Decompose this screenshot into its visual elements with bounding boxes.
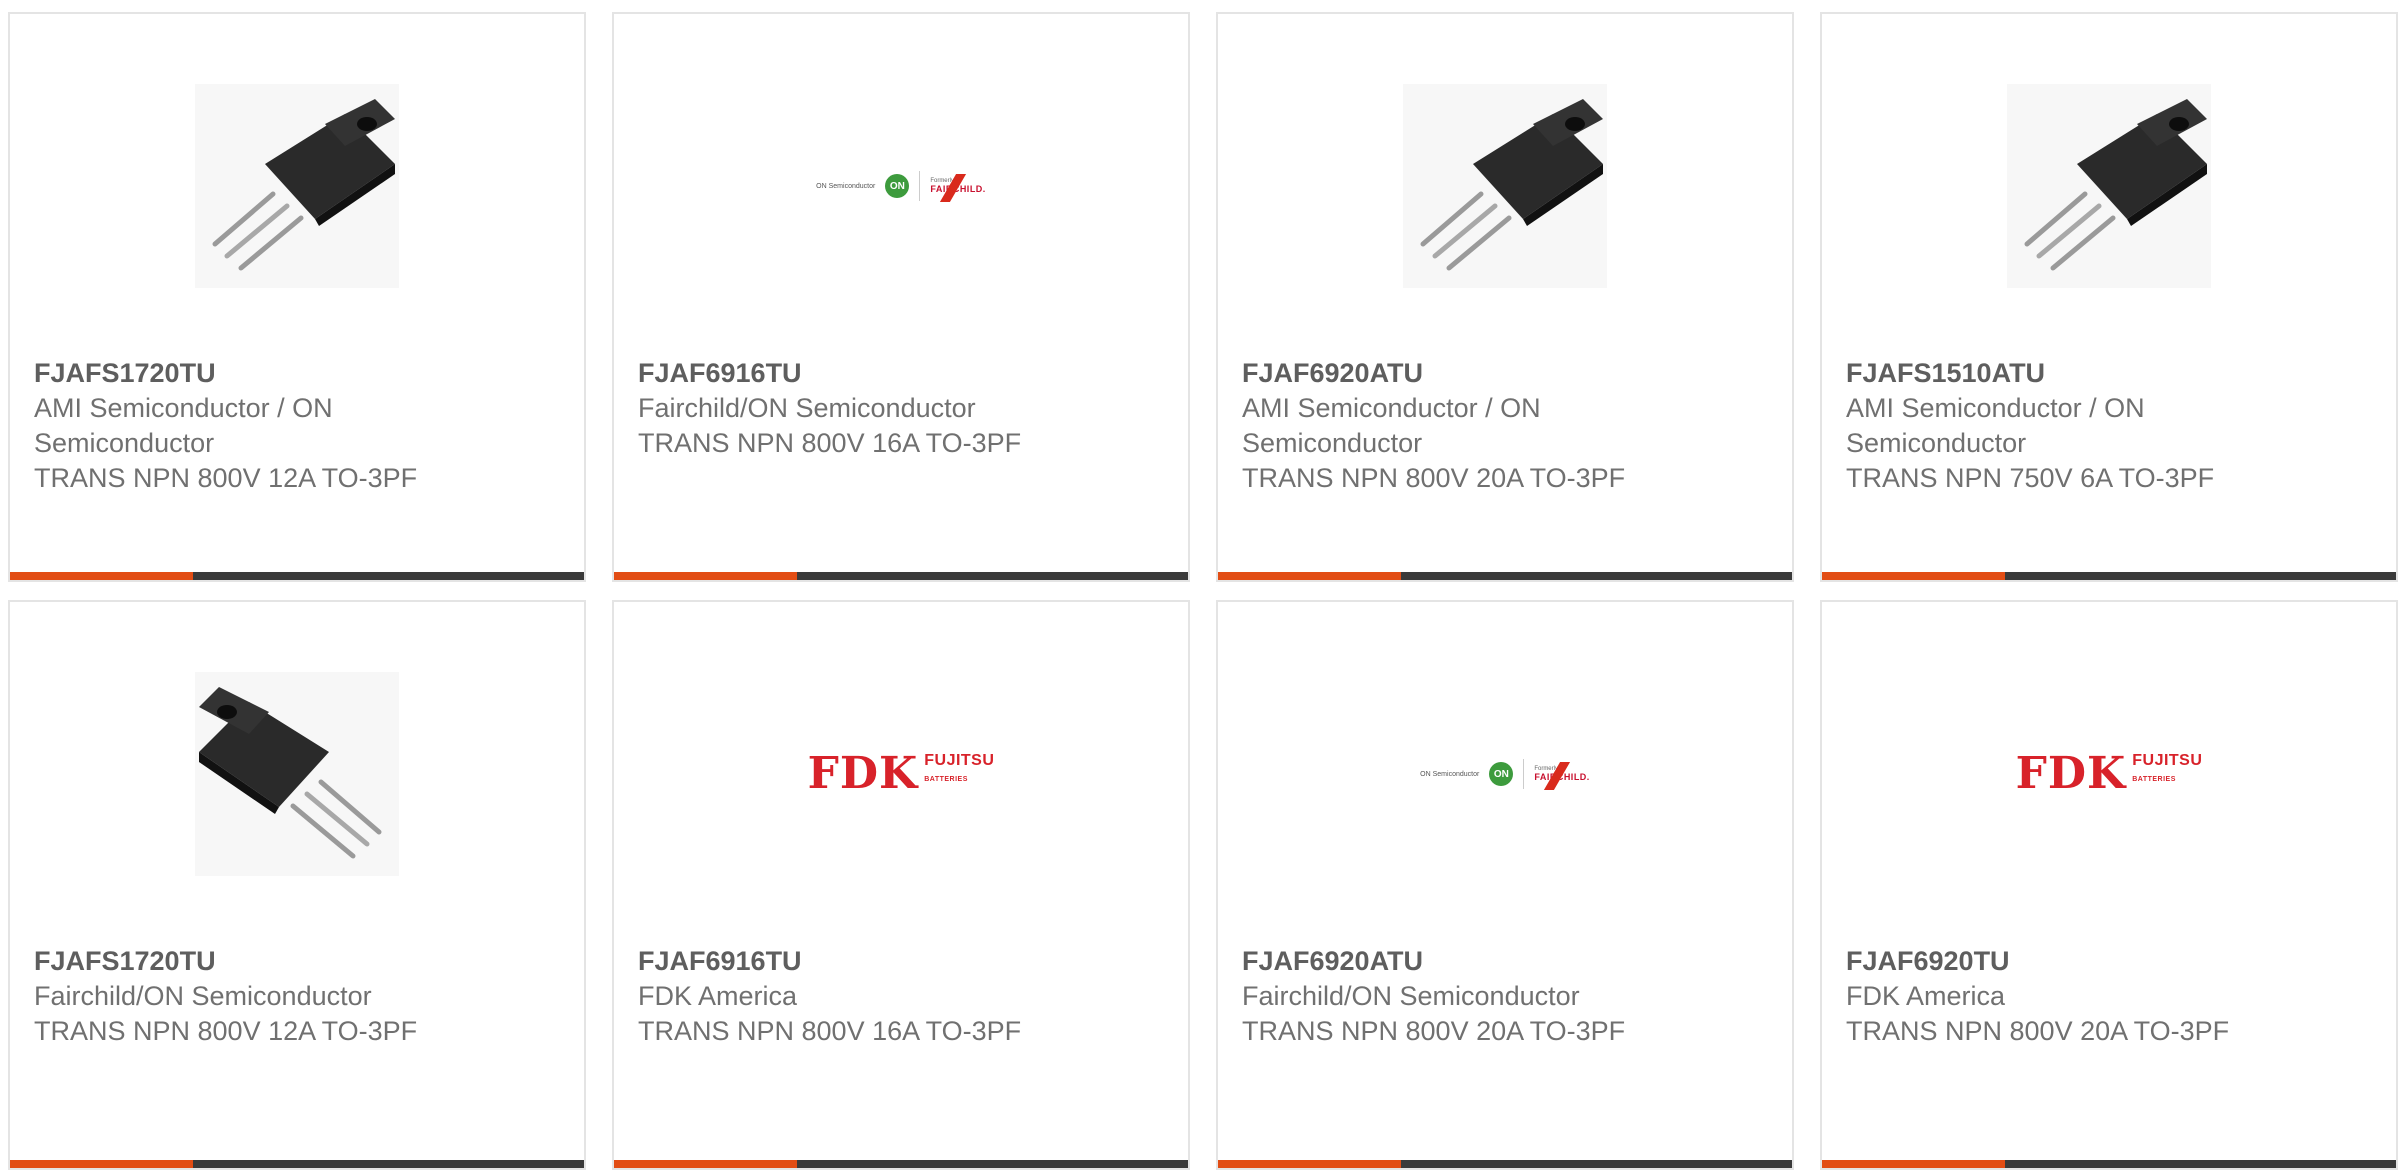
manufacturer: FDK America — [638, 979, 1164, 1014]
product-description: TRANS NPN 750V 6A TO-3PF — [1846, 463, 2215, 493]
on-fairchild-logo: ON Semiconductor ON Formerly FAIRCHILD. — [1420, 759, 1590, 790]
part-number[interactable]: FJAFS1720TU — [34, 356, 560, 391]
manufacturer-line: Semiconductor — [1242, 428, 1423, 458]
product-card[interactable]: FDK FUJITSU BATTERIES FJAF6916TU FDK Amer… — [612, 600, 1190, 1170]
product-description: TRANS NPN 800V 16A TO-3PF — [638, 428, 1022, 458]
card-accent-highlight — [1218, 572, 1401, 580]
manufacturer: Fairchild/ON Semiconductor — [1242, 979, 1768, 1014]
product-card[interactable]: ON Semiconductor ON Formerly FAIRCHILD. … — [1216, 600, 1794, 1170]
part-number[interactable]: FJAF6916TU — [638, 356, 1164, 391]
part-number[interactable]: FJAFS1720TU — [34, 944, 560, 979]
fdk-fujitsu-logo: FDK FUJITSU BATTERIES — [2015, 748, 2203, 799]
part-number[interactable]: FJAF6920ATU — [1242, 944, 1768, 979]
product-image[interactable]: FDK FUJITSU BATTERIES — [1979, 672, 2239, 876]
manufacturer-line: AMI Semiconductor / ON — [34, 393, 333, 423]
product-grid: FJAFS1720TU AMI Semiconductor / ON Semico… — [8, 12, 2398, 1170]
product-image[interactable] — [195, 84, 399, 288]
product-image[interactable]: ON Semiconductor ON Formerly FAIRCHILD. — [1375, 672, 1635, 876]
product-image[interactable] — [1403, 84, 1607, 288]
product-card[interactable]: FJAF6920ATU AMI Semiconductor / ON Semico… — [1216, 12, 1794, 582]
product-image[interactable]: ON Semiconductor ON Formerly FAIRCHILD. — [771, 84, 1031, 288]
product-card[interactable]: FDK FUJITSU BATTERIES FJAF6920TU FDK Amer… — [1820, 600, 2398, 1170]
part-number[interactable]: FJAF6916TU — [638, 944, 1164, 979]
product-info: FJAFS1720TU AMI Semiconductor / ON Semico… — [34, 356, 560, 496]
transistor-icon — [195, 84, 399, 288]
manufacturer: AMI Semiconductor / ON Semiconductor — [1846, 391, 2372, 461]
product-description: TRANS NPN 800V 20A TO-3PF — [1242, 1016, 1626, 1046]
manufacturer-line: Semiconductor — [1846, 428, 2027, 458]
manufacturer-line: FDK America — [638, 981, 798, 1011]
manufacturer: AMI Semiconductor / ON Semiconductor — [1242, 391, 1768, 461]
manufacturer: FDK America — [1846, 979, 2372, 1014]
transistor-icon — [195, 672, 399, 876]
product-info: FJAF6916TU Fairchild/ON Semiconductor TR… — [638, 356, 1164, 461]
product-info: FJAFS1510ATU AMI Semiconductor / ON Semic… — [1846, 356, 2372, 496]
product-card[interactable]: ON Semiconductor ON Formerly FAIRCHILD. … — [612, 12, 1190, 582]
manufacturer-line: Semiconductor — [34, 428, 215, 458]
transistor-icon — [2007, 84, 2211, 288]
manufacturer: Fairchild/ON Semiconductor — [638, 391, 1164, 426]
product-description: TRANS NPN 800V 20A TO-3PF — [1242, 463, 1626, 493]
card-accent-highlight — [10, 572, 193, 580]
product-info: FJAF6920ATU AMI Semiconductor / ON Semico… — [1242, 356, 1768, 496]
on-fairchild-logo: ON Semiconductor ON Formerly FAIRCHILD. — [816, 171, 986, 202]
product-card[interactable]: FJAFS1720TU AMI Semiconductor / ON Semico… — [8, 12, 586, 582]
manufacturer: AMI Semiconductor / ON Semiconductor — [34, 391, 560, 461]
manufacturer-line: AMI Semiconductor / ON — [1242, 393, 1541, 423]
part-number[interactable]: FJAF6920ATU — [1242, 356, 1768, 391]
product-description: TRANS NPN 800V 12A TO-3PF — [34, 463, 418, 493]
part-number[interactable]: FJAFS1510ATU — [1846, 356, 2372, 391]
product-description: TRANS NPN 800V 20A TO-3PF — [1846, 1016, 2230, 1046]
product-info: FJAF6916TU FDK America TRANS NPN 800V 16… — [638, 944, 1164, 1049]
product-description: TRANS NPN 800V 12A TO-3PF — [34, 1016, 418, 1046]
card-accent-bar — [10, 572, 584, 580]
manufacturer: Fairchild/ON Semiconductor — [34, 979, 560, 1014]
product-info: FJAF6920ATU Fairchild/ON Semiconductor T… — [1242, 944, 1768, 1049]
card-accent-bar — [1822, 572, 2396, 580]
part-number[interactable]: FJAF6920TU — [1846, 944, 2372, 979]
card-accent-highlight — [614, 572, 797, 580]
manufacturer-line: Fairchild/ON Semiconductor — [34, 981, 372, 1011]
product-card[interactable]: FJAFS1510ATU AMI Semiconductor / ON Semic… — [1820, 12, 2398, 582]
product-image[interactable] — [195, 672, 399, 876]
card-accent-bar — [1218, 572, 1792, 580]
product-description: TRANS NPN 800V 16A TO-3PF — [638, 1016, 1022, 1046]
fdk-fujitsu-logo: FDK FUJITSU BATTERIES — [807, 748, 995, 799]
transistor-icon — [1403, 84, 1607, 288]
product-info: FJAF6920TU FDK America TRANS NPN 800V 20… — [1846, 944, 2372, 1049]
card-accent-highlight — [1822, 572, 2005, 580]
card-accent-bar — [614, 572, 1188, 580]
manufacturer-line: AMI Semiconductor / ON — [1846, 393, 2145, 423]
manufacturer-line: Fairchild/ON Semiconductor — [638, 393, 976, 423]
manufacturer-line: Fairchild/ON Semiconductor — [1242, 981, 1580, 1011]
product-card[interactable]: FJAFS1720TU Fairchild/ON Semiconductor T… — [8, 600, 586, 1170]
product-image[interactable] — [2007, 84, 2211, 288]
product-info: FJAFS1720TU Fairchild/ON Semiconductor T… — [34, 944, 560, 1049]
product-image[interactable]: FDK FUJITSU BATTERIES — [771, 672, 1031, 876]
manufacturer-line: FDK America — [1846, 981, 2006, 1011]
